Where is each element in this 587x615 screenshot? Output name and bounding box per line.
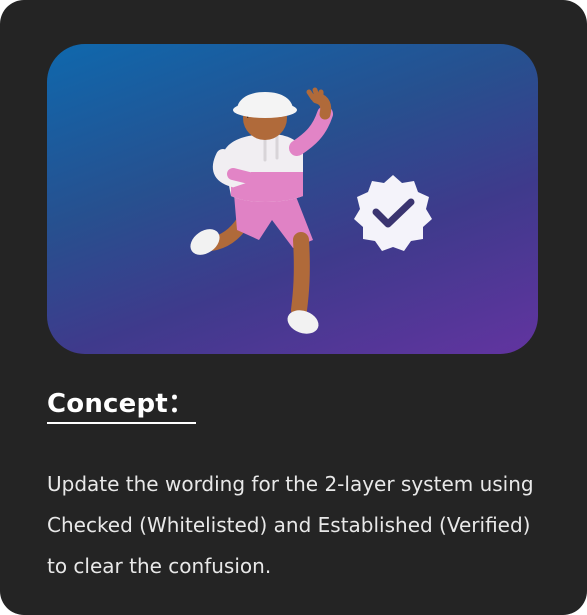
hero-banner	[47, 44, 538, 354]
verified-badge-icon	[354, 175, 432, 251]
concept-description: Update the wording for the 2-layer syste…	[47, 472, 534, 578]
running-character-illustration	[190, 87, 432, 334]
concept-card: Concept： Update the wording for the 2-la…	[0, 0, 587, 615]
concept-heading: Concept：	[47, 386, 197, 424]
